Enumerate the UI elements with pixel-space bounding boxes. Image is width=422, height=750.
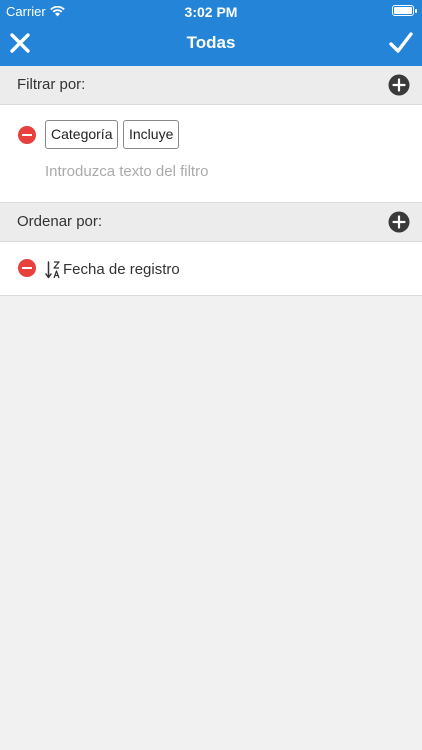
filter-section-header: Filtrar por: (0, 66, 422, 105)
navigation-bar: Todas (0, 22, 422, 66)
filter-text-input[interactable]: Introduzca texto del filtro (45, 163, 208, 180)
sort-section-header: Ordenar por: (0, 203, 422, 242)
page-title: Todas (186, 33, 236, 52)
sort-header-label: Ordenar por: (17, 213, 103, 230)
plus-circle-icon[interactable] (388, 74, 410, 96)
remove-filter-icon[interactable] (18, 126, 36, 144)
filter-header-label: Filtrar por: (17, 76, 86, 93)
battery-icon (392, 5, 417, 16)
filter-field-button[interactable]: Categoría (45, 120, 119, 149)
status-time: 3:02 PM (184, 4, 238, 20)
sort-descending-icon[interactable] (45, 260, 61, 280)
filter-row: Categoría Incluye Introduzca texto del f… (0, 105, 422, 203)
sort-field-label: Fecha de registro (63, 261, 180, 278)
sort-row: Fecha de registro (0, 242, 422, 296)
checkmark-icon[interactable] (389, 31, 413, 55)
header-bar: Carrier 3:02 PM Todas (0, 0, 422, 66)
status-bar: Carrier 3:02 PM (0, 0, 422, 22)
remove-sort-icon[interactable] (18, 259, 36, 277)
plus-circle-icon[interactable] (388, 211, 410, 233)
filter-operator-button[interactable]: Incluye (123, 120, 180, 149)
battery-level (394, 7, 412, 14)
